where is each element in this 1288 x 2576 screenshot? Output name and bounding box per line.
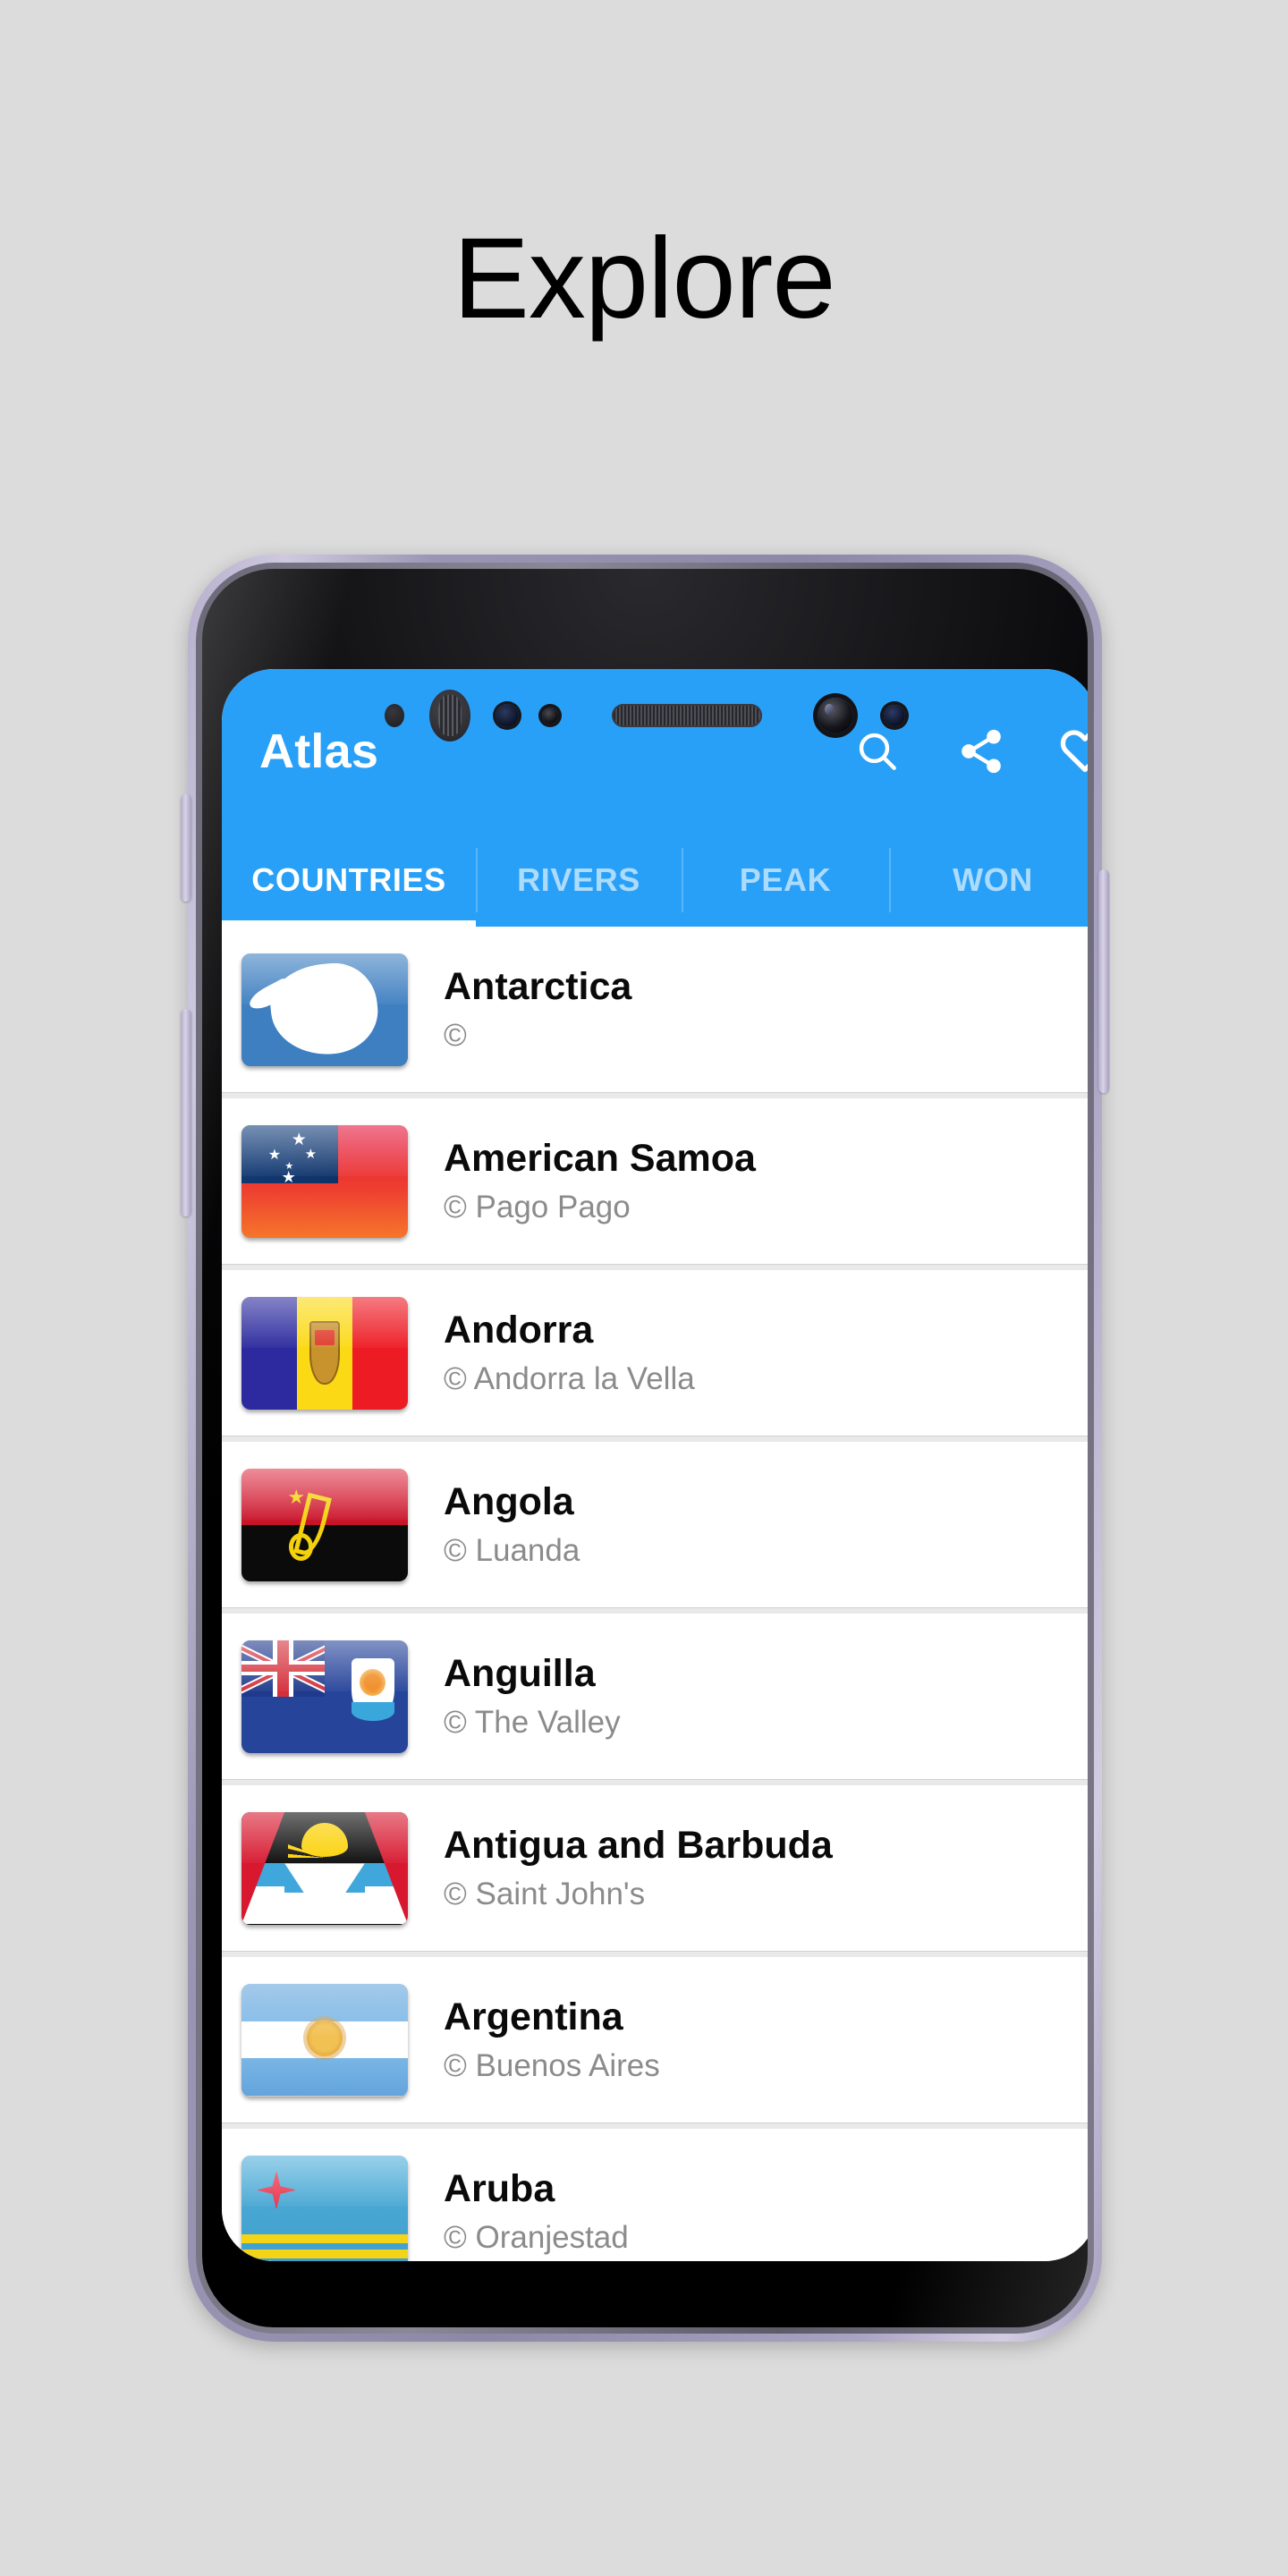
country-name: Argentina: [444, 1996, 623, 2039]
country-capital: © Buenos Aires: [444, 2048, 660, 2084]
tab-wonders[interactable]: WON: [889, 834, 1088, 927]
flag-anguilla-icon: [242, 1640, 408, 1753]
country-capital: © Saint John's: [444, 1877, 646, 1912]
tab-bar: COUNTRIES RIVERS PEAK WON: [222, 834, 1088, 927]
favorite-heart-icon[interactable]: [1057, 724, 1088, 779]
flag-angola-icon: ★: [242, 1468, 408, 1581]
flag-american-samoa-icon: ★ ★ ★ ★ ★: [242, 1124, 408, 1238]
flag-argentina-icon: [242, 1983, 408, 2097]
country-name: Andorra: [444, 1309, 594, 1352]
screenshot-root: Explore Atlas COUNTRIES RIVERS PEAK WON …: [0, 0, 1288, 2576]
list-item[interactable]: Antarctica ©: [222, 927, 1088, 1092]
country-name: Anguilla: [444, 1652, 596, 1696]
phone-device-mockup: Atlas COUNTRIES RIVERS PEAK WON Antarcti…: [181, 555, 1109, 2342]
search-icon[interactable]: [850, 724, 905, 779]
country-list[interactable]: Antarctica © ★ ★ ★ ★ ★ American Samoa © …: [222, 927, 1088, 2261]
flag-andorra-icon: [242, 1296, 408, 1410]
country-name: American Samoa: [444, 1137, 756, 1181]
list-item[interactable]: ★ Angola © Luanda: [222, 1442, 1088, 1607]
list-item[interactable]: Andorra © Andorra la Vella: [222, 1270, 1088, 1436]
country-capital: ©: [444, 1018, 467, 1054]
bixby-button[interactable]: [181, 794, 191, 902]
app-screen: Atlas COUNTRIES RIVERS PEAK WON Antarcti…: [222, 669, 1088, 2261]
tab-countries[interactable]: COUNTRIES: [222, 834, 476, 927]
country-capital: © Pago Pago: [444, 1190, 631, 1225]
flag-antigua-and-barbuda-icon: [242, 1811, 408, 1925]
flag-aruba-icon: [242, 2155, 408, 2261]
flag-antarctica-icon: [242, 953, 408, 1066]
list-item[interactable]: Antigua and Barbuda © Saint John's: [222, 1785, 1088, 1951]
list-item[interactable]: ★ ★ ★ ★ ★ American Samoa © Pago Pago: [222, 1098, 1088, 1264]
country-capital: © The Valley: [444, 1705, 621, 1741]
country-capital: © Andorra la Vella: [444, 1361, 695, 1397]
list-item[interactable]: Anguilla © The Valley: [222, 1614, 1088, 1779]
country-name: Angola: [444, 1480, 574, 1524]
country-capital: © Oranjestad: [444, 2220, 629, 2256]
tab-rivers[interactable]: RIVERS: [476, 834, 682, 927]
list-item[interactable]: Aruba © Oranjestad: [222, 2129, 1088, 2261]
share-icon[interactable]: [953, 724, 1009, 779]
country-capital: © Luanda: [444, 1533, 580, 1569]
power-button[interactable]: [1098, 869, 1109, 1093]
volume-button[interactable]: [181, 1009, 191, 1216]
country-name: Antigua and Barbuda: [444, 1824, 833, 1868]
page-title: Explore: [453, 215, 836, 343]
country-name: Antarctica: [444, 965, 632, 1009]
tab-peak[interactable]: PEAK: [682, 834, 889, 927]
app-bar-actions: [850, 724, 1088, 779]
app-bar: Atlas: [222, 669, 1088, 834]
country-name: Aruba: [444, 2167, 555, 2211]
device-glass: Atlas COUNTRIES RIVERS PEAK WON Antarcti…: [202, 569, 1088, 2327]
app-title: Atlas: [259, 724, 379, 778]
list-item[interactable]: Argentina © Buenos Aires: [222, 1957, 1088, 2123]
